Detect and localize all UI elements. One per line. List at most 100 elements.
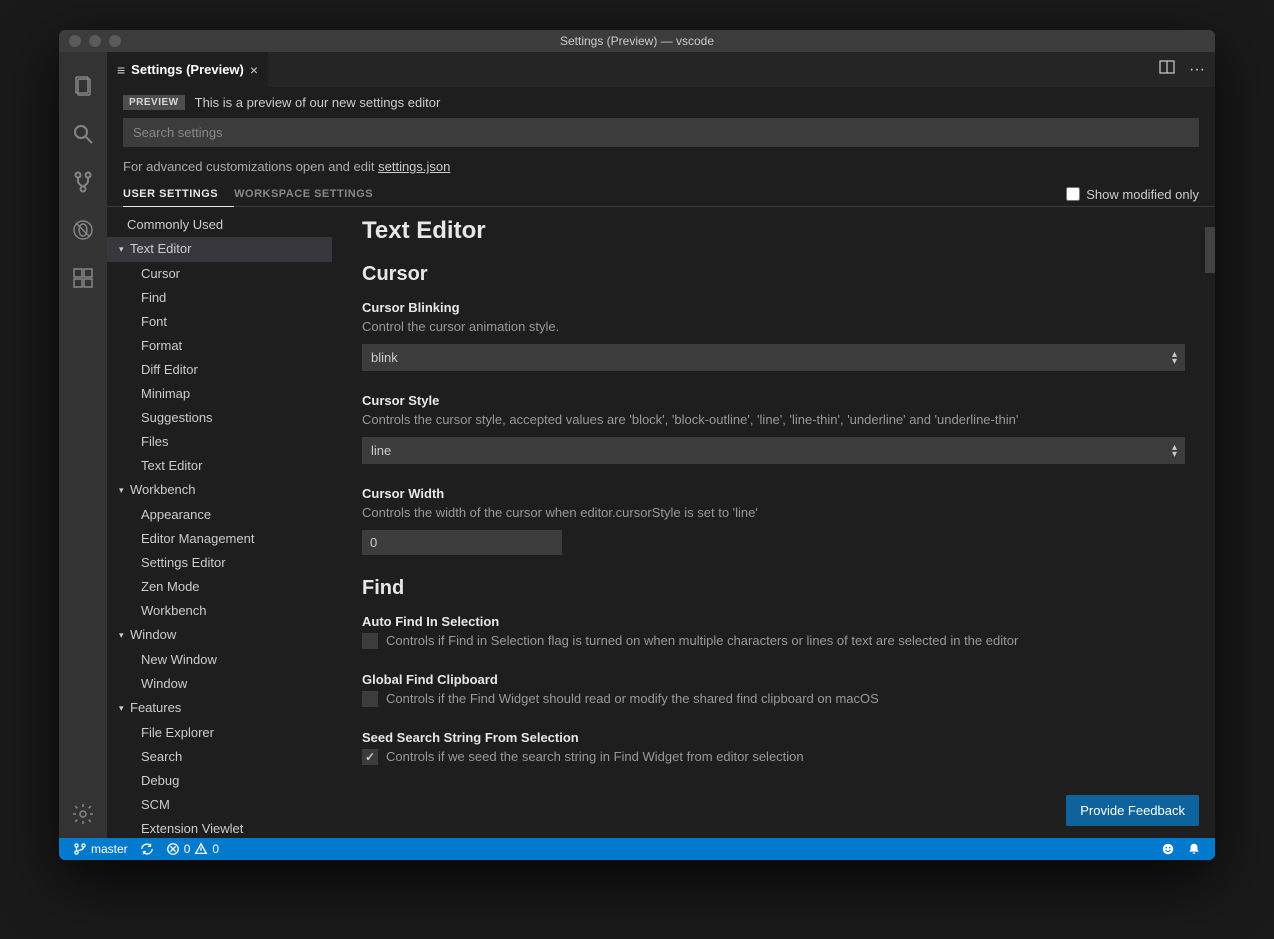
heading-find: Find [362,577,1185,600]
split-editor-icon[interactable] [1159,59,1175,80]
setting-seed-search: Seed Search String From Selection Contro… [362,730,1185,766]
cursor-style-select[interactable]: line [362,437,1185,464]
close-tab-icon[interactable]: × [250,62,258,78]
setting-desc: Control the cursor animation style. [362,318,1185,336]
settings-content: Commonly Used ▾Text Editor Cursor Find F… [107,207,1215,838]
heading-text-editor: Text Editor [362,217,1185,245]
auto-find-checkbox[interactable] [362,633,378,649]
window-title: Settings (Preview) — vscode [560,34,714,48]
settings-json-link[interactable]: settings.json [378,159,450,174]
scrollbar-thumb[interactable] [1205,227,1215,273]
setting-desc: Controls if we seed the search string in… [386,748,804,766]
tab-workspace-settings[interactable]: WORKSPACE SETTINGS [234,182,389,206]
setting-label: Cursor Width [362,486,1185,501]
branch-name: master [91,842,128,856]
toc-workbench-2[interactable]: Workbench [107,599,332,623]
extensions-icon[interactable] [59,254,107,302]
more-actions-icon[interactable]: ··· [1189,61,1205,79]
toc-font[interactable]: Font [107,310,332,334]
cursor-width-input[interactable] [362,530,562,555]
toc-text-editor-2[interactable]: Text Editor [107,454,332,478]
settings-list: Text Editor Cursor Cursor Blinking Contr… [332,207,1215,838]
editor-area: ≡ Settings (Preview) × ··· PREVIEW This … [107,52,1215,838]
error-count: 0 [184,842,191,856]
toc-editor-management[interactable]: Editor Management [107,527,332,551]
tab-settings[interactable]: ≡ Settings (Preview) × [107,52,268,87]
setting-cursor-width: Cursor Width Controls the width of the c… [362,486,1185,555]
toc-workbench[interactable]: ▾Workbench [107,478,332,503]
tab-bar: ≡ Settings (Preview) × ··· [107,52,1215,87]
source-control-icon[interactable] [59,158,107,206]
seed-search-checkbox[interactable] [362,749,378,765]
setting-desc: Controls if the Find Widget should read … [386,690,879,708]
scope-bar: USER SETTINGS WORKSPACE SETTINGS Show mo… [107,182,1215,207]
setting-desc: Controls if Find in Selection flag is tu… [386,632,1018,650]
activity-bar [59,52,107,838]
status-bell-icon[interactable] [1181,842,1207,856]
toc-window-2[interactable]: Window [107,672,332,696]
settings-tab-icon: ≡ [117,62,125,78]
tab-label: Settings (Preview) [131,62,244,77]
toc-search[interactable]: Search [107,745,332,769]
setting-auto-find: Auto Find In Selection Controls if Find … [362,614,1185,650]
settings-toc: Commonly Used ▾Text Editor Cursor Find F… [107,207,332,838]
show-modified-checkbox[interactable] [1066,187,1080,201]
toc-settings-editor[interactable]: Settings Editor [107,551,332,575]
debug-icon[interactable] [59,206,107,254]
setting-label: Auto Find In Selection [362,614,1185,629]
toc-new-window[interactable]: New Window [107,648,332,672]
tab-user-settings[interactable]: USER SETTINGS [123,182,234,207]
setting-desc: Controls the cursor style, accepted valu… [362,411,1185,429]
titlebar: Settings (Preview) — vscode [59,30,1215,52]
setting-label: Seed Search String From Selection [362,730,1185,745]
toc-cursor[interactable]: Cursor [107,262,332,286]
toc-files[interactable]: Files [107,430,332,454]
setting-desc: Controls the width of the cursor when ed… [362,504,1185,522]
toc-debug[interactable]: Debug [107,769,332,793]
status-branch[interactable]: master [67,842,134,856]
toc-minimap[interactable]: Minimap [107,382,332,406]
search-icon[interactable] [59,110,107,158]
setting-cursor-style: Cursor Style Controls the cursor style, … [362,393,1185,464]
toc-find[interactable]: Find [107,286,332,310]
explorer-icon[interactable] [59,62,107,110]
toc-appearance[interactable]: Appearance [107,503,332,527]
toc-format[interactable]: Format [107,334,332,358]
warning-count: 0 [212,842,219,856]
minimize-window-button[interactable] [89,35,101,47]
global-find-checkbox[interactable] [362,691,378,707]
preview-text: This is a preview of our new settings ed… [195,95,441,110]
preview-banner: PREVIEW This is a preview of our new set… [107,87,1215,118]
setting-label: Global Find Clipboard [362,672,1185,687]
toc-zen-mode[interactable]: Zen Mode [107,575,332,599]
toc-features[interactable]: ▾Features [107,696,332,721]
setting-global-find: Global Find Clipboard Controls if the Fi… [362,672,1185,708]
settings-gear-icon[interactable] [59,790,107,838]
status-problems[interactable]: 0 0 [160,842,225,856]
workspace: ≡ Settings (Preview) × ··· PREVIEW This … [59,52,1215,838]
close-window-button[interactable] [69,35,81,47]
toc-extension-viewlet[interactable]: Extension Viewlet [107,817,332,838]
cursor-blinking-select[interactable]: blink [362,344,1185,371]
setting-label: Cursor Blinking [362,300,1185,315]
advanced-hint: For advanced customizations open and edi… [107,155,1215,182]
toc-window[interactable]: ▾Window [107,623,332,648]
show-modified-label: Show modified only [1086,187,1199,202]
status-feedback-icon[interactable] [1155,842,1181,856]
app-window: Settings (Preview) — vscode ≡ Settings (… [59,30,1215,860]
provide-feedback-button[interactable]: Provide Feedback [1066,795,1199,826]
status-sync[interactable] [134,842,160,856]
toc-file-explorer[interactable]: File Explorer [107,721,332,745]
toc-commonly-used[interactable]: Commonly Used [107,213,332,237]
maximize-window-button[interactable] [109,35,121,47]
search-input[interactable] [123,118,1199,147]
toc-diff-editor[interactable]: Diff Editor [107,358,332,382]
status-bar: master 0 0 [59,838,1215,860]
preview-badge: PREVIEW [123,95,185,110]
toc-suggestions[interactable]: Suggestions [107,406,332,430]
toc-text-editor[interactable]: ▾Text Editor [107,237,332,262]
cursor-blinking-select-wrap: blink ▴▾ [362,344,1185,371]
search-box [123,118,1199,147]
setting-cursor-blinking: Cursor Blinking Control the cursor anima… [362,300,1185,371]
toc-scm[interactable]: SCM [107,793,332,817]
